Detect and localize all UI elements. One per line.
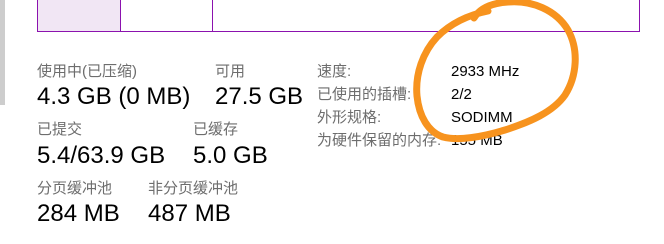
slots-used-label: 已使用的插槽: — [317, 86, 412, 103]
available-label: 可用 — [215, 63, 246, 80]
speed-value: 2933 MHz — [451, 63, 520, 80]
committed-label: 已提交 — [37, 121, 83, 138]
hardware-reserved-value: 155 MB — [451, 132, 503, 149]
memory-performance-panel: 使用中(已压缩) 4.3 GB (0 MB) 可用 27.5 GB 已提交 5.… — [0, 0, 664, 244]
paged-pool-value: 284 MB — [37, 200, 120, 227]
in-use-value: 4.3 GB (0 MB) — [37, 83, 191, 110]
paged-pool-label: 分页缓冲池 — [37, 180, 113, 197]
non-paged-pool-value: 487 MB — [148, 200, 231, 227]
memory-free-segment — [213, 0, 639, 31]
cached-label: 已缓存 — [193, 121, 239, 138]
non-paged-pool-label: 非分页缓冲池 — [148, 180, 239, 197]
form-factor-value: SODIMM — [451, 109, 513, 126]
hardware-reserved-label: 为硬件保留的内存: — [317, 132, 442, 149]
slots-used-value: 2/2 — [451, 86, 472, 103]
in-use-label: 使用中(已压缩) — [37, 63, 137, 80]
memory-in-use-segment — [38, 0, 121, 31]
form-factor-label: 外形规格: — [317, 109, 382, 126]
speed-label: 速度: — [317, 63, 352, 80]
committed-value: 5.4/63.9 GB — [37, 142, 166, 169]
available-value: 27.5 GB — [215, 83, 304, 110]
memory-composition-bar — [37, 0, 640, 32]
cached-value: 5.0 GB — [193, 142, 268, 169]
memory-standby-segment — [120, 0, 214, 31]
scrollbar-thumb[interactable] — [0, 0, 5, 105]
